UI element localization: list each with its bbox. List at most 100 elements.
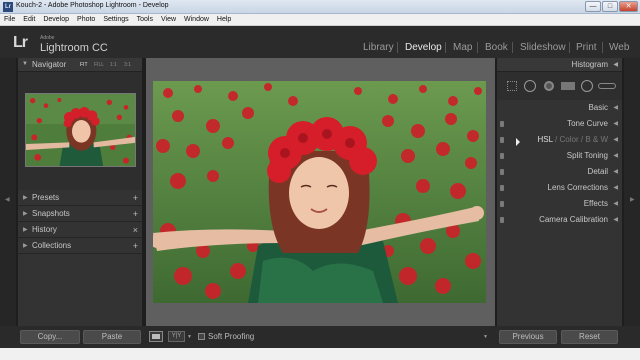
section-label: Presets	[32, 193, 60, 202]
left-sections: ▶ Presets + ▶ Snapshots + ▶ History × ▶ Collect…	[18, 190, 142, 254]
right-panel: Histogram ◀ Basic ◀ Tone Curve ◀ HSL / Col…	[497, 58, 622, 326]
toggle-switch-icon[interactable]	[500, 137, 504, 143]
maximize-button[interactable]: □	[602, 1, 618, 12]
expand-triangle-icon: ◀	[613, 169, 618, 175]
module-bar: Lr Adobe Lightroom CC Library Develop Ma…	[0, 26, 640, 58]
menu-photo[interactable]: Photo	[73, 14, 99, 23]
adjustment-brush-icon[interactable]	[598, 83, 616, 89]
dropdown-arrow-icon[interactable]: ▼	[187, 334, 192, 340]
collections-section[interactable]: ▶ Collections +	[18, 238, 142, 254]
module-divider	[397, 42, 398, 53]
expand-triangle-icon: ▶	[23, 195, 28, 201]
menu-help[interactable]: Help	[213, 14, 235, 23]
module-map[interactable]: Map	[453, 42, 472, 53]
module-develop[interactable]: Develop	[405, 42, 442, 53]
section-label: Split Toning	[566, 151, 608, 160]
soft-proofing-checkbox[interactable]	[198, 333, 205, 340]
navigator-preview[interactable]	[25, 93, 136, 167]
camera-calibration-section[interactable]: Camera Calibration ◀	[497, 212, 622, 228]
reset-button[interactable]: Reset	[561, 330, 618, 344]
add-snapshot-button[interactable]: +	[133, 206, 138, 222]
module-slideshow[interactable]: Slideshow	[520, 42, 566, 53]
effects-section[interactable]: Effects ◀	[497, 196, 622, 212]
close-button[interactable]: ✕	[619, 1, 638, 12]
tone-curve-section[interactable]: Tone Curve ◀	[497, 116, 622, 132]
tab-separator: /	[555, 135, 558, 144]
paste-button[interactable]: Paste	[83, 330, 141, 344]
left-panel-edge[interactable]: ◀	[0, 58, 16, 326]
loupe-view-icon[interactable]	[149, 331, 163, 342]
collapse-left-icon[interactable]: ◀	[5, 196, 10, 203]
menu-settings[interactable]: Settings	[99, 14, 132, 23]
lightroom-logo: Lr	[13, 34, 28, 51]
module-book[interactable]: Book	[485, 42, 508, 53]
histogram-title: Histogram	[571, 60, 608, 69]
previous-button[interactable]: Previous	[499, 330, 557, 344]
split-toning-section[interactable]: Split Toning ◀	[497, 148, 622, 164]
module-divider	[512, 42, 513, 53]
section-label: Snapshots	[32, 209, 70, 218]
add-preset-button[interactable]: +	[133, 190, 138, 206]
clear-history-button[interactable]: ×	[133, 222, 138, 238]
section-label: Collections	[32, 241, 72, 250]
module-web[interactable]: Web	[609, 42, 629, 53]
expand-triangle-icon: ◀	[613, 105, 618, 111]
mouse-cursor-icon	[516, 138, 520, 146]
color-tab[interactable]: Color	[560, 135, 579, 144]
expand-triangle-icon: ◀	[613, 121, 618, 127]
menu-view[interactable]: View	[157, 14, 180, 23]
detail-section[interactable]: Detail ◀	[497, 164, 622, 180]
section-label: Detail	[587, 167, 608, 176]
bw-tab[interactable]: B & W	[585, 135, 608, 144]
history-section[interactable]: ▶ History ×	[18, 222, 142, 238]
histogram-header[interactable]: Histogram ◀	[497, 58, 622, 72]
toggle-switch-icon[interactable]	[500, 121, 504, 127]
navigator-title: Navigator	[32, 60, 67, 69]
before-after-view-icon[interactable]: Y|Y	[168, 331, 185, 342]
expand-triangle-icon: ◀	[613, 217, 618, 223]
zoom-1-1[interactable]: 1:1	[110, 62, 117, 68]
lens-corrections-section[interactable]: Lens Corrections ◀	[497, 180, 622, 196]
module-divider	[445, 42, 446, 53]
expand-triangle-icon: ◀	[613, 153, 618, 159]
toolbar-menu-icon[interactable]: ▼	[483, 334, 488, 340]
red-eye-icon[interactable]	[544, 81, 554, 91]
radial-filter-icon[interactable]	[581, 80, 593, 92]
collapse-triangle-icon: ▼	[22, 61, 28, 67]
expand-triangle-icon: ▶	[23, 227, 28, 233]
window-title: Kouch-2 - Adobe Photoshop Lightroom - De…	[16, 2, 169, 9]
basic-section[interactable]: Basic ◀	[497, 100, 622, 116]
menu-tools[interactable]: Tools	[133, 14, 157, 23]
menu-window[interactable]: Window	[180, 14, 213, 23]
app-icon: Lr	[3, 2, 13, 12]
toggle-switch-icon[interactable]	[500, 217, 504, 223]
presets-section[interactable]: ▶ Presets +	[18, 190, 142, 206]
zoom-fit[interactable]: FIT	[80, 62, 88, 68]
toggle-switch-icon[interactable]	[500, 153, 504, 159]
zoom-fill[interactable]: FILL	[94, 62, 104, 68]
module-divider	[569, 42, 570, 53]
toggle-switch-icon[interactable]	[500, 185, 504, 191]
main-photo[interactable]	[153, 81, 486, 303]
crop-tool-icon[interactable]	[507, 81, 517, 91]
menu-file[interactable]: File	[0, 14, 19, 23]
menu-develop[interactable]: Develop	[39, 14, 73, 23]
spot-removal-icon[interactable]	[524, 80, 536, 92]
module-library[interactable]: Library	[363, 42, 394, 53]
module-print[interactable]: Print	[576, 42, 597, 53]
navigator-header[interactable]: ▼ Navigator FIT FILL 1:1 3:1	[18, 58, 142, 72]
snapshots-section[interactable]: ▶ Snapshots +	[18, 206, 142, 222]
hsl-tab[interactable]: HSL	[538, 135, 553, 144]
toggle-switch-icon[interactable]	[500, 201, 504, 207]
toggle-switch-icon[interactable]	[500, 169, 504, 175]
graduated-filter-icon[interactable]	[561, 82, 575, 90]
copy-button[interactable]: Copy...	[20, 330, 80, 344]
menu-edit[interactable]: Edit	[19, 14, 39, 23]
zoom-3-1[interactable]: 3:1	[124, 62, 131, 68]
left-panel: ▼ Navigator FIT FILL 1:1 3:1 ▶ Presets + ▶…	[18, 58, 142, 326]
add-collection-button[interactable]: +	[133, 238, 138, 254]
module-divider	[602, 42, 603, 53]
minimize-button[interactable]: —	[585, 1, 601, 12]
collapse-right-icon[interactable]: ▶	[630, 196, 635, 203]
right-panel-edge[interactable]: ▶	[624, 58, 640, 326]
